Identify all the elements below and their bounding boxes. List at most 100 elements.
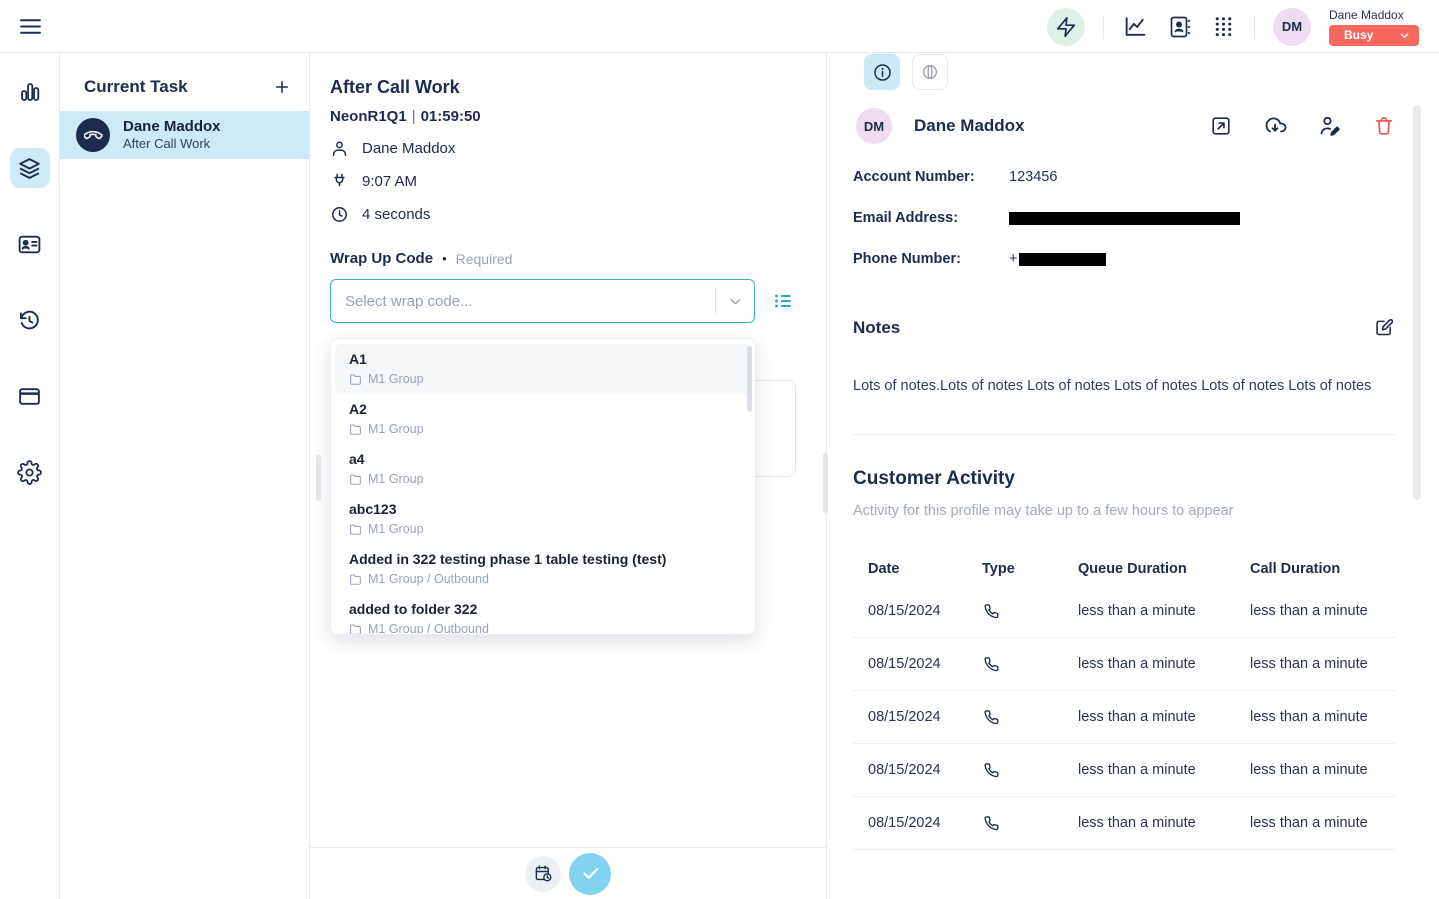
activity-date: 08/15/2024 — [868, 815, 982, 831]
wrap-code-option-group: M1 Group / Outbound — [368, 572, 489, 587]
duration-row: 4 seconds — [330, 205, 826, 224]
folder-icon — [349, 473, 362, 486]
profile-name: Dane Maddox — [914, 116, 1025, 136]
field-phone: Phone Number: + — [853, 251, 1395, 267]
wrap-code-input[interactable] — [331, 293, 715, 310]
wrap-code-option[interactable]: A1 M1 Group — [335, 344, 751, 394]
wrap-up-label: Wrap Up Code — [330, 250, 433, 267]
activity-date: 08/15/2024 — [868, 762, 982, 778]
current-task-panel: Current Task Dane Maddox After Call Work — [60, 53, 310, 899]
complete-task-button[interactable] — [569, 853, 611, 895]
wrap-code-option[interactable]: Added in 322 testing phase 1 table testi… — [335, 544, 751, 594]
start-time-row: 9:07 AM — [330, 172, 826, 191]
activity-queue-duration: less than a minute — [1078, 656, 1250, 672]
status-dropdown[interactable]: Busy — [1329, 25, 1419, 46]
add-task-button[interactable] — [273, 78, 291, 96]
info-icon — [872, 62, 893, 83]
activity-table-row[interactable]: 08/15/2024 less than a minute less than … — [853, 638, 1395, 691]
rail-settings-icon[interactable] — [10, 452, 50, 492]
activity-call-duration: less than a minute — [1250, 762, 1395, 778]
column-header-type: Type — [982, 561, 1078, 577]
phone-prefix: + — [1009, 251, 1017, 267]
quick-action-button[interactable] — [1047, 8, 1085, 46]
wrap-code-option[interactable]: abc123 M1 Group — [335, 494, 751, 544]
rail-history-icon[interactable] — [10, 300, 50, 340]
icon-rail — [0, 53, 60, 899]
hamburger-menu-icon[interactable] — [18, 14, 43, 39]
schedule-callback-button[interactable] — [525, 856, 561, 892]
wrap-code-option-label: a4 — [349, 450, 737, 469]
tab-ai-insights[interactable] — [912, 54, 948, 90]
notes-title: Notes — [853, 318, 900, 338]
task-panel-scrollbar[interactable] — [316, 455, 321, 501]
task-list-item[interactable]: Dane Maddox After Call Work — [60, 111, 309, 159]
activity-table-row[interactable]: 08/15/2024 less than a minute less than … — [853, 585, 1395, 638]
wrap-code-dropdown: A1 M1 Group A2 M1 Group — [330, 338, 756, 635]
activity-call-duration: less than a minute — [1250, 656, 1395, 672]
duration: 4 seconds — [362, 206, 430, 223]
dialpad-icon[interactable] — [1210, 14, 1236, 40]
wrap-code-option-group: M1 Group — [368, 522, 424, 537]
field-label: Email Address: — [853, 210, 1009, 226]
wrap-code-option-group: M1 Group — [368, 372, 424, 387]
notes-text: Lots of notes.Lots of notes Lots of note… — [853, 376, 1395, 396]
rail-contacts-icon[interactable] — [10, 224, 50, 264]
notes-divider — [853, 434, 1395, 435]
trash-icon[interactable] — [1373, 115, 1395, 137]
address-book-icon[interactable] — [1166, 14, 1192, 40]
calendar-clock-icon — [534, 864, 553, 883]
phone-icon — [982, 814, 1078, 832]
activity-queue-duration: less than a minute — [1078, 815, 1250, 831]
acw-queue: NeonR1Q1 — [330, 108, 407, 125]
profile-panel-scrollbar[interactable] — [1413, 105, 1421, 500]
wrap-code-option[interactable]: a4 M1 Group — [335, 444, 751, 494]
wrap-code-option-group: M1 Group — [368, 472, 424, 487]
wrap-code-list-button[interactable] — [767, 285, 799, 317]
activity-call-duration: less than a minute — [1250, 709, 1395, 725]
phone-icon — [982, 655, 1078, 673]
tab-profile-info[interactable] — [864, 54, 900, 90]
customer-activity-subtitle: Activity for this profile may take up to… — [853, 503, 1395, 519]
acw-subtitle: NeonR1Q1|01:59:50 — [330, 108, 826, 125]
acw-timer: 01:59:50 — [421, 108, 481, 125]
wrap-code-option[interactable]: A2 M1 Group — [335, 394, 751, 444]
contact-row: Dane Maddox — [330, 139, 826, 158]
rail-tasks-icon[interactable] — [10, 148, 50, 188]
dropdown-scrollbar[interactable] — [747, 346, 752, 412]
user-name: Dane Maddox — [1329, 8, 1419, 22]
line-chart-icon[interactable] — [1122, 14, 1148, 40]
task-panel-title: Current Task — [84, 77, 188, 97]
field-label: Phone Number: — [853, 251, 1009, 267]
acw-separator: | — [407, 108, 421, 125]
plug-icon — [330, 172, 349, 191]
user-edit-icon[interactable] — [1318, 114, 1342, 138]
wrap-code-option[interactable]: added to folder 322 M1 Group / Outbound — [335, 594, 751, 635]
wrap-code-option-group: M1 Group / Outbound — [368, 622, 489, 635]
field-email: Email Address: — [853, 210, 1395, 226]
check-icon — [580, 863, 601, 884]
user-avatar[interactable]: DM — [1273, 8, 1311, 46]
redacted-email-value — [1009, 212, 1240, 225]
acw-panel-scrollbar[interactable] — [823, 453, 828, 513]
wrap-code-select[interactable] — [330, 279, 755, 323]
rail-browser-icon[interactable] — [10, 376, 50, 416]
activity-table-row[interactable]: 08/15/2024 less than a minute less than … — [853, 797, 1395, 850]
rail-analytics-icon[interactable] — [10, 72, 50, 112]
wrap-code-option-label: abc123 — [349, 500, 737, 519]
required-bullet: • — [442, 251, 447, 266]
open-in-new-icon[interactable] — [1210, 115, 1232, 137]
edit-notes-icon[interactable] — [1374, 317, 1395, 338]
activity-table-row[interactable]: 08/15/2024 less than a minute less than … — [853, 691, 1395, 744]
activity-date: 08/15/2024 — [868, 656, 982, 672]
task-contact-name: Dane Maddox — [123, 118, 221, 136]
customer-activity-title: Customer Activity — [853, 468, 1395, 490]
chevron-down-icon[interactable] — [716, 293, 754, 310]
activity-date: 08/15/2024 — [868, 603, 982, 619]
topbar: DM Dane Maddox Busy — [0, 0, 1439, 53]
activity-table: Date Type Queue Duration Call Duration 0… — [853, 545, 1395, 850]
activity-table-row[interactable]: 08/15/2024 less than a minute less than … — [853, 744, 1395, 797]
list-icon — [772, 290, 794, 312]
phone-handset-icon — [84, 126, 103, 145]
cloud-download-icon[interactable] — [1263, 114, 1287, 138]
redacted-phone-value — [1019, 253, 1106, 266]
